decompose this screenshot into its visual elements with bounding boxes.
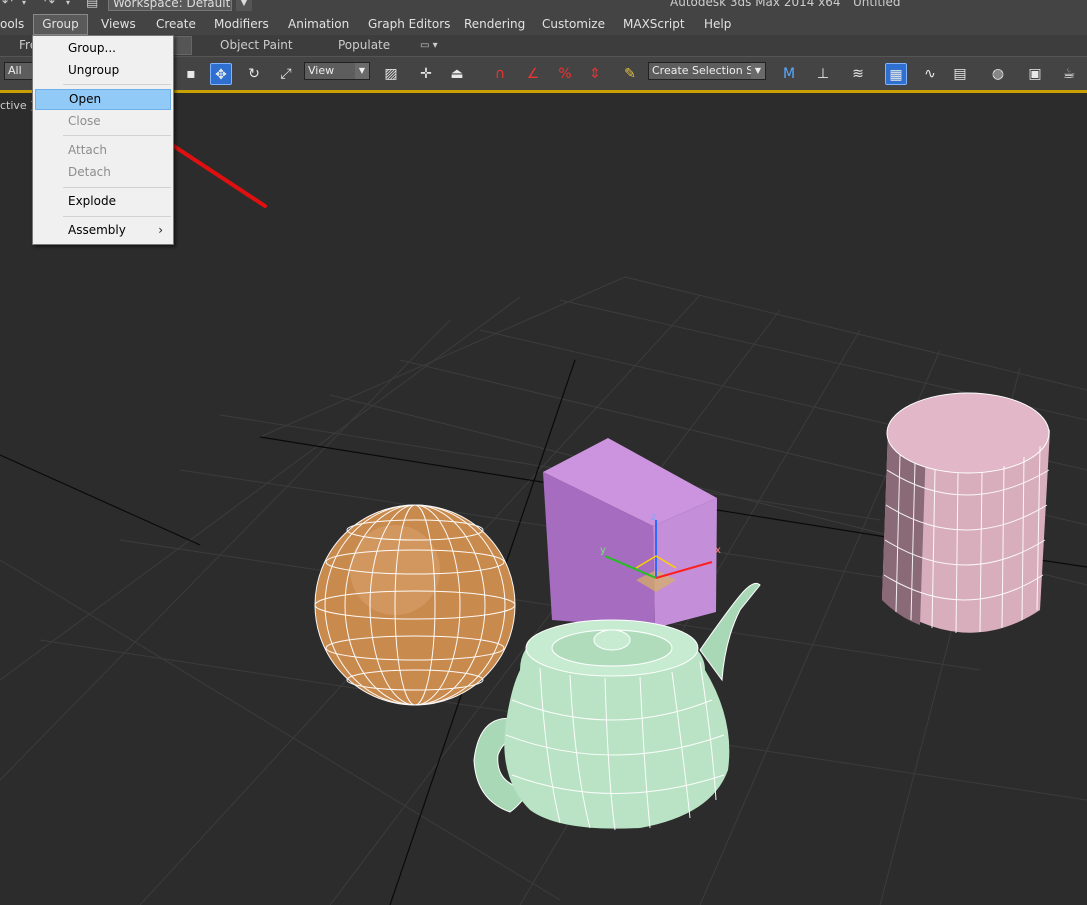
menu-views[interactable]: Views: [101, 14, 136, 35]
undo-dropdown-icon[interactable]: ▾: [22, 0, 26, 10]
select-and-rotate-icon[interactable]: ↻: [243, 63, 265, 85]
selection-set-value: Create Selection Set: [652, 64, 765, 77]
schematic-view-icon[interactable]: ▤: [949, 63, 971, 85]
workspace-dropdown-arrow-icon[interactable]: ▼: [236, 0, 252, 11]
app-title: Autodesk 3ds Max 2014 x64: [670, 0, 841, 9]
tab-populate[interactable]: Populate: [332, 36, 396, 55]
viewport-label[interactable]: ctive ]: [0, 99, 34, 112]
gizmo-x-label: x: [715, 545, 721, 556]
menu-graph-editors[interactable]: Graph Editors: [368, 14, 450, 35]
angle-snap-icon[interactable]: ∠: [522, 63, 544, 85]
menu-rendering[interactable]: Rendering: [464, 14, 525, 35]
menu-customize[interactable]: Customize: [542, 14, 605, 35]
title-bar: ↶ ▾ ↷ ▾ ▤ Workspace: Default ▼ Autodesk …: [0, 0, 1087, 14]
workspace-dropdown[interactable]: Workspace: Default: [108, 0, 232, 11]
group-menu-dropdown: Group... Ungroup Open Close Attach Detac…: [32, 35, 174, 245]
document-title: Untitled: [853, 0, 901, 9]
ribbon-options-icon[interactable]: ▭ ▾: [414, 36, 444, 55]
sphere-object[interactable]: [314, 504, 516, 706]
gizmo-y-label: y: [600, 545, 606, 556]
reference-coordinate-system-dropdown[interactable]: View ▼: [304, 62, 370, 80]
menu-bar: ools Group Views Create Modifiers Animat…: [0, 14, 1087, 36]
group-menu-item-close[interactable]: Close: [35, 111, 171, 132]
redo-icon[interactable]: ↷: [44, 0, 55, 10]
edit-named-selection-icon[interactable]: ✎: [619, 63, 641, 85]
menu-animation[interactable]: Animation: [288, 14, 349, 35]
percent-snap-icon[interactable]: %: [554, 63, 576, 85]
project-folder-icon[interactable]: ▤: [86, 0, 98, 10]
spinner-snap-icon[interactable]: ⇕: [584, 63, 606, 85]
assembly-label: Assembly: [68, 223, 126, 237]
mirror-icon[interactable]: M: [778, 63, 800, 85]
tab-object-paint[interactable]: Object Paint: [214, 36, 299, 55]
render-production-icon[interactable]: ☕: [1058, 63, 1080, 85]
group-menu-item-assembly[interactable]: Assembly ›: [35, 220, 171, 241]
selection-filter-value: All: [8, 64, 22, 77]
menu-separator: [63, 135, 171, 136]
select-and-manipulate-icon[interactable]: ✛: [415, 63, 437, 85]
menu-maxscript[interactable]: MAXScript: [623, 14, 685, 35]
gizmo-z-label: z: [651, 512, 656, 523]
group-menu-item-explode[interactable]: Explode: [35, 191, 171, 212]
menu-tools[interactable]: ools: [0, 14, 24, 35]
menu-group[interactable]: Group: [33, 14, 88, 35]
scene-explorer-icon[interactable]: ▦: [885, 63, 907, 85]
teapot-object[interactable]: [473, 582, 761, 831]
select-and-move-icon[interactable]: ✥: [210, 63, 232, 85]
group-menu-item-ungroup[interactable]: Ungroup: [35, 60, 171, 81]
group-menu-item-detach[interactable]: Detach: [35, 162, 171, 183]
select-and-scale-icon[interactable]: ⤢: [275, 63, 297, 85]
group-menu-item-group[interactable]: Group...: [35, 38, 171, 59]
menu-separator: [63, 84, 171, 85]
select-object-icon[interactable]: ▪: [180, 63, 202, 85]
dropdown-arrow-icon: ▼: [355, 63, 369, 79]
curve-editor-icon[interactable]: ∿: [919, 63, 941, 85]
align-icon[interactable]: ⊥: [812, 63, 834, 85]
cylinder-object[interactable]: [882, 392, 1050, 634]
layer-manager-icon[interactable]: ≋: [847, 63, 869, 85]
submenu-chevron-icon: ›: [158, 223, 163, 237]
menu-separator: [63, 216, 171, 217]
undo-icon[interactable]: ↶: [2, 0, 13, 10]
redo-dropdown-icon[interactable]: ▾: [66, 0, 70, 10]
tab-selection-fragment[interactable]: [174, 36, 192, 55]
selection-filter-dropdown[interactable]: All: [4, 62, 34, 80]
group-menu-item-attach[interactable]: Attach: [35, 140, 171, 161]
group-menu-item-open[interactable]: Open: [35, 89, 171, 110]
material-editor-icon[interactable]: ◍: [987, 63, 1009, 85]
dropdown-arrow-icon: ▼: [751, 63, 765, 79]
box-object[interactable]: [543, 438, 717, 628]
menu-modifiers[interactable]: Modifiers: [214, 14, 269, 35]
menu-help[interactable]: Help: [704, 14, 731, 35]
snaps-toggle-icon[interactable]: ∩: [489, 63, 511, 85]
render-setup-icon[interactable]: ▣: [1024, 63, 1046, 85]
pivot-center-icon[interactable]: ▨: [380, 63, 402, 85]
keyboard-shortcut-override-icon[interactable]: ⏏: [446, 63, 468, 85]
named-selection-sets-dropdown[interactable]: Create Selection Set ▼: [648, 62, 766, 80]
coordinate-system-value: View: [308, 64, 335, 77]
menu-separator: [63, 187, 171, 188]
menu-create[interactable]: Create: [156, 14, 196, 35]
